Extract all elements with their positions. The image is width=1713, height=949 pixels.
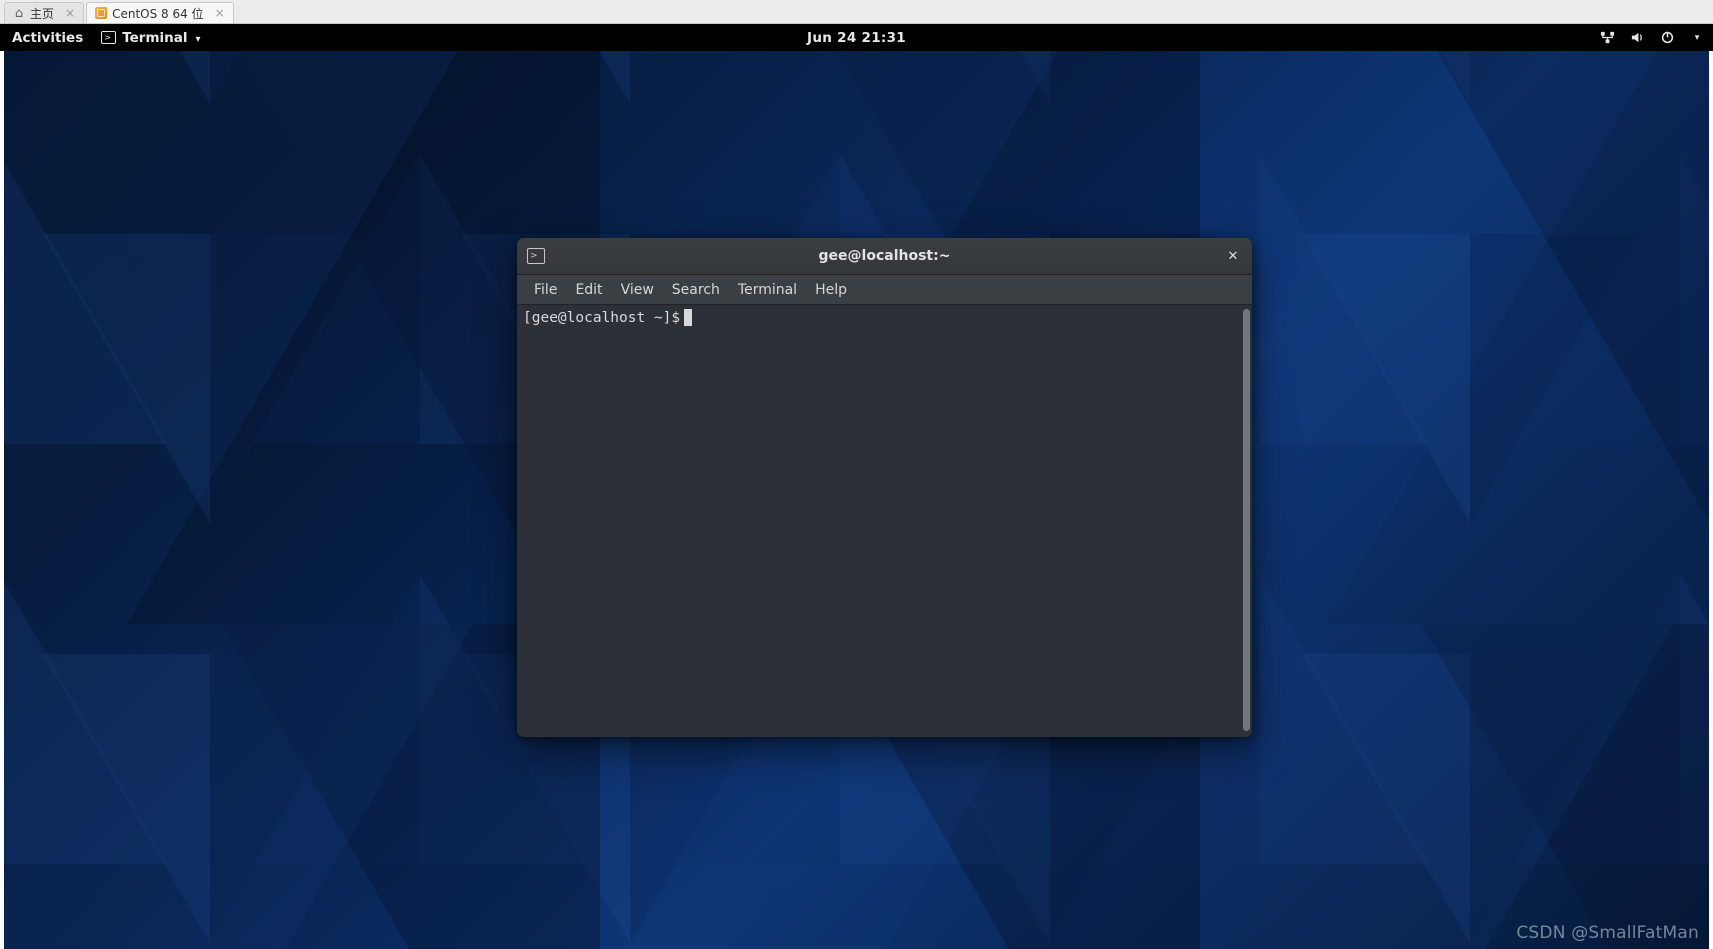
window-titlebar[interactable]: gee@localhost:~ ✕	[517, 238, 1252, 275]
clock[interactable]: Jun 24 21:31	[807, 30, 906, 46]
window-close-button[interactable]: ✕	[1224, 247, 1242, 265]
vm-tab-home-label: 主页	[30, 5, 54, 22]
close-icon[interactable]: ×	[215, 6, 225, 20]
close-icon[interactable]: ×	[65, 6, 75, 20]
menu-help[interactable]: Help	[806, 282, 856, 298]
activities-button[interactable]: Activities	[8, 30, 87, 46]
vm-tab-home[interactable]: 主页 ×	[4, 2, 84, 23]
prompt-line: [gee@localhost ~]$	[523, 309, 1246, 326]
menu-view[interactable]: View	[612, 282, 663, 298]
watermark: CSDN @SmallFatMan	[1516, 923, 1699, 943]
shell-prompt: [gee@localhost ~]$	[523, 310, 680, 326]
terminal-body[interactable]: [gee@localhost ~]$	[517, 305, 1252, 737]
terminal-scrollbar[interactable]	[1243, 309, 1250, 731]
vm-tab-bar: 主页 × CentOS 8 64 位 ×	[0, 0, 1713, 24]
menu-edit[interactable]: Edit	[566, 282, 611, 298]
terminal-icon	[527, 248, 545, 264]
home-icon	[13, 7, 25, 19]
terminal-icon	[101, 31, 116, 44]
menu-search[interactable]: Search	[663, 282, 729, 298]
chevron-down-icon	[1689, 30, 1705, 46]
network-icon[interactable]	[1599, 30, 1615, 46]
volume-icon[interactable]	[1629, 30, 1645, 46]
vm-icon	[95, 7, 107, 19]
menu-terminal[interactable]: Terminal	[729, 282, 806, 298]
power-icon[interactable]	[1659, 30, 1675, 46]
menu-file[interactable]: File	[525, 282, 566, 298]
desktop: Activities Terminal Jun 24 21:31 gee	[0, 24, 1713, 949]
app-menu[interactable]: Terminal	[101, 30, 200, 46]
app-menu-label: Terminal	[122, 30, 187, 46]
window-title: gee@localhost:~	[819, 248, 951, 264]
vm-tab-centos[interactable]: CentOS 8 64 位 ×	[86, 2, 234, 23]
cursor	[684, 309, 692, 326]
gnome-topbar: Activities Terminal Jun 24 21:31	[0, 24, 1713, 51]
terminal-menubar: File Edit View Search Terminal Help	[517, 275, 1252, 305]
terminal-window: gee@localhost:~ ✕ File Edit View Search …	[517, 238, 1252, 737]
vm-tab-centos-label: CentOS 8 64 位	[112, 5, 203, 22]
chevron-down-icon	[194, 30, 201, 46]
system-tray[interactable]	[1599, 30, 1705, 46]
